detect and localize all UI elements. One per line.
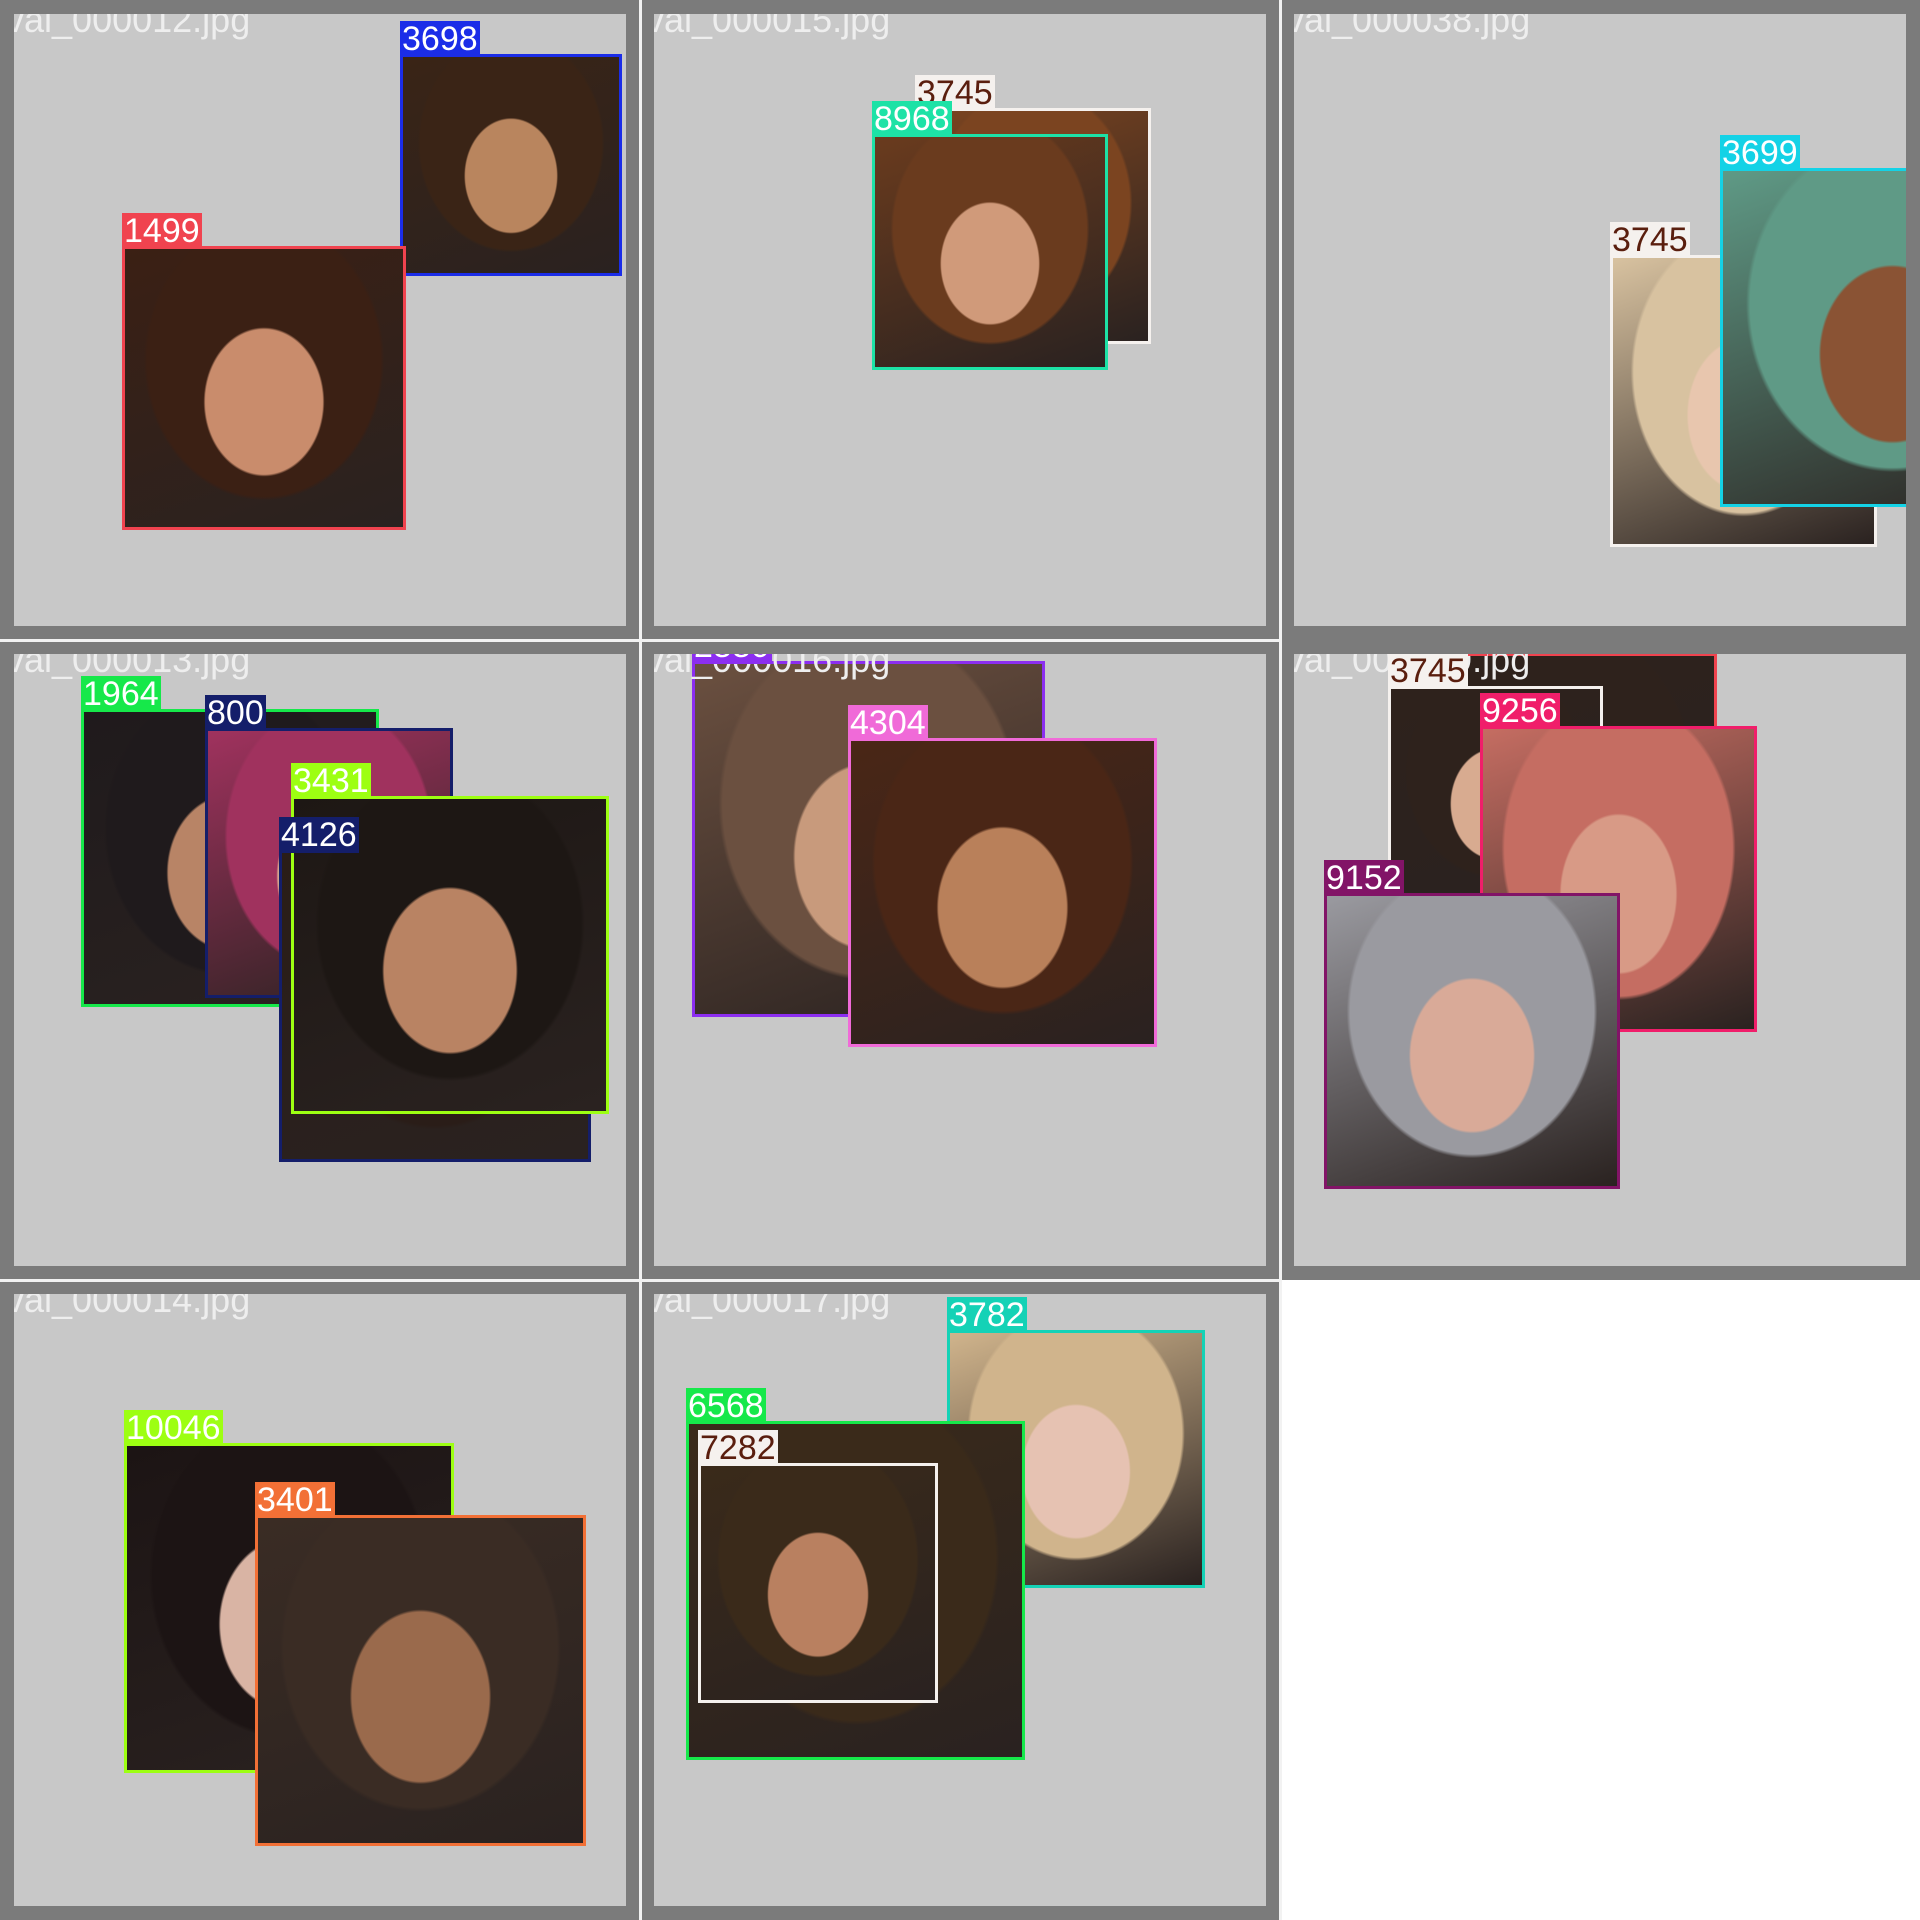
- tile-divider: [1279, 0, 1282, 1920]
- face-id-label: 3401: [255, 1481, 335, 1519]
- face-id-label: 3745: [1388, 652, 1468, 690]
- face-photo: [875, 137, 1105, 367]
- face-id-label: 3782: [947, 1296, 1027, 1334]
- face-id-label: 9152: [1324, 859, 1404, 897]
- face-id-label: 3745: [1610, 221, 1690, 259]
- face-id-label: 10046: [124, 1409, 223, 1447]
- tile-filename: val_000012.jpg: [6, 0, 251, 40]
- tile-divider: [0, 1279, 1280, 1282]
- tile: 28804304val_000016.jpg: [640, 640, 1280, 1280]
- face-id-label: 9256: [1480, 692, 1560, 730]
- tile: 5239374592569152val_000039.jpg: [1280, 640, 1920, 1280]
- tile: 3782 6568 7282 val_000017.jpg: [640, 1280, 1280, 1920]
- face-id-label: 3698: [400, 20, 480, 58]
- tile-divider: [639, 0, 642, 1920]
- face-photo: [1327, 896, 1617, 1186]
- face-id-label: 7282: [698, 1429, 778, 1467]
- face-id-label: 1499: [122, 212, 202, 250]
- face-photo: [258, 1518, 583, 1843]
- face-photo: [125, 249, 403, 527]
- tile-filename: val_000015.jpg: [646, 0, 891, 40]
- tile-filename: val_000038.jpg: [1286, 0, 1531, 40]
- face-detection-box: 1499: [122, 213, 406, 530]
- face-detection-box: 3699: [1720, 135, 1906, 507]
- face-id-label: 8968: [872, 100, 952, 138]
- tile: 3698 1499 val_000012.jpg: [0, 0, 640, 640]
- tile: 1964 800 4126 3431 val_000013.jpg: [0, 640, 640, 1280]
- face-id-label: 4304: [848, 704, 928, 742]
- face-detection-box: 8968: [872, 101, 1108, 370]
- face-id-label: 1964: [81, 675, 161, 713]
- tile-divider: [0, 639, 1280, 642]
- tile: 3745 3699 val_000038.jpg: [1280, 0, 1920, 640]
- face-photo: [851, 741, 1154, 1044]
- face-id-label: 3431: [291, 762, 371, 800]
- tile-filename: val_000014.jpg: [6, 1280, 251, 1320]
- face-detection-box: 4304: [848, 705, 1157, 1047]
- face-id-label: 2880: [692, 654, 772, 664]
- face-detection-box: 7282: [698, 1430, 938, 1703]
- face-id-label: 6568: [686, 1387, 766, 1425]
- face-detection-box: 3698: [400, 21, 622, 276]
- face-id-label: 800: [205, 694, 266, 732]
- tile: 10046 3401 val_000014.jpg: [0, 1280, 640, 1920]
- tile-filename: val_000013.jpg: [6, 640, 251, 680]
- face-detection-box: 9152: [1324, 860, 1620, 1189]
- face-photo: [403, 57, 619, 273]
- tile-filename: val_000017.jpg: [646, 1280, 891, 1320]
- face-photo: [701, 1466, 935, 1700]
- face-photo: [1723, 171, 1906, 504]
- image-mosaic: 3698 1499 val_000012.jpg 3745 8968 val_00001…: [0, 0, 1920, 1920]
- tile: 3745 8968 val_000015.jpg: [640, 0, 1280, 640]
- face-detection-box: 3401: [255, 1482, 586, 1846]
- face-id-label: 4126: [279, 816, 359, 854]
- face-id-label: 3699: [1720, 134, 1800, 172]
